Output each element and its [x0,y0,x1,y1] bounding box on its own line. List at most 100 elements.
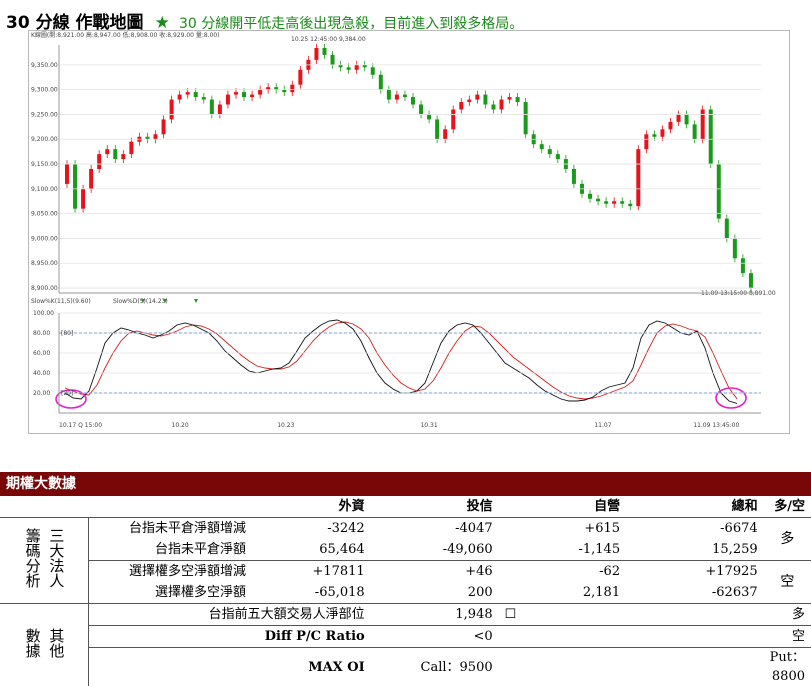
kd-tick-label: 40.00 [33,370,50,377]
cell: 200 [371,582,499,604]
candle-body [371,67,375,74]
price-tick-label: 9,300.00 [31,87,58,94]
group2-sub: 數據 [23,628,42,658]
candle-body [628,204,632,206]
candle-body [202,97,206,99]
cell: -6674 [626,518,764,540]
cell: -3242 [252,518,371,540]
col-total: 總和 [626,496,764,518]
header-row: 外資 投信 自營 總和 多/空 [0,496,811,518]
candle-body [105,149,109,154]
candle-body [660,129,664,136]
candle-body [717,164,721,219]
candle-body [290,85,294,92]
candle-body [210,100,214,115]
candle-body [459,102,463,109]
kd-legend-d: Slow%D(5)(14.23) [113,298,168,305]
candle-body [89,169,93,189]
candle-body [226,95,230,105]
cell: -62 [499,561,626,583]
cell: +17925 [626,561,764,583]
candle-body [668,122,672,129]
candle-body [636,149,640,206]
candle-body [652,134,656,136]
candle-body [467,100,471,102]
cell: -65,018 [252,582,371,604]
candle-body [170,100,174,120]
candle-body [419,105,423,115]
signal: 空 [764,626,811,648]
col-trust: 投信 [371,496,499,518]
candle-body [347,67,351,69]
candle-body [242,92,246,97]
col-signal: 多/空 [764,496,811,518]
group-other: 數據 其他 [0,604,89,686]
table-row: 籌碼分析 三大法人 台指未平倉淨額增減 -3242 -4047 +615 -66… [0,518,811,540]
candle-body [355,65,359,70]
table-row: MAX OI Call：9500 Put：8800 [0,648,811,686]
candle-body [298,70,302,85]
kd-tick-label: 20.00 [33,390,50,397]
price-tick-label: 9,250.00 [31,111,58,118]
price-tick-label: 9,000.00 [31,235,58,242]
candle-body [491,105,495,110]
candle-body [556,154,560,159]
x-tick-label: 10.23 [277,422,294,429]
candle-body [612,201,616,203]
chart-svg: K線圖(開:8,921.00 高:8,947.00 低:8,908.00 收:8… [29,31,789,433]
price-tick-label: 9,200.00 [31,136,58,143]
candle-body [395,95,399,100]
candle-body [572,169,576,184]
cell: +46 [371,561,499,583]
candle-body [620,201,624,203]
candle-body [73,164,77,209]
high-annotation: 10.25 12:45:00 9,384.00 [291,36,366,43]
candle-body [685,114,689,124]
candle-body [604,201,608,203]
candle-body [81,189,85,209]
kd-ref-label: [20] [61,390,73,397]
group-institutions: 籌碼分析 三大法人 [0,518,89,604]
col-foreign: 外資 [252,496,371,518]
title-row: 30 分線 作戰地圖 ★ 30 分線開平低走高後出現急殺，目前進入到殺多格局。 [6,8,523,32]
kd-layer [56,299,746,408]
candle-body [749,273,753,288]
candle-body [186,92,190,94]
slow-d-line [65,322,737,399]
candle-body [250,95,254,97]
candle-body [677,114,681,121]
chart-panel: K線圖(開:8,921.00 高:8,947.00 低:8,908.00 收:8… [28,30,790,434]
candle-body [218,105,222,115]
price-tick-label: 9,100.00 [31,186,58,193]
group1-label: 三大法人 [46,528,65,588]
candle-body [588,194,592,199]
candle-body [258,90,262,95]
candle-body [97,154,101,169]
table-row: 選擇權多空淨額 -65,018 200 2,181 -62637 [0,582,811,604]
candle-body [516,97,520,102]
candle-body [178,95,182,100]
price-tick-label: 9,350.00 [31,62,58,69]
candle-body [524,102,528,134]
cell: +615 [499,518,626,540]
candle-body [701,109,705,139]
axis-layer: 9,350.009,300.009,250.009,200.009,150.00… [31,45,761,429]
candle-body [540,144,544,149]
x-tick-label: 11.07 [594,422,611,429]
signal-marker-icon [194,299,198,303]
candle-body [741,258,745,273]
candle-body [483,95,487,105]
candle-body [451,109,455,129]
candle-body [234,92,238,94]
candle-body [548,149,552,154]
cell: -49,060 [371,539,499,561]
candle-body [435,119,439,139]
candle-body [379,75,383,90]
table-row: 選擇權多空淨額增減 +17811 +46 -62 +17925 空 [0,561,811,583]
slow-k-line [65,320,737,403]
candle-body [322,48,326,55]
group1-sub: 籌碼分析 [23,528,42,588]
row-label: 台指未平倉淨額 [89,539,253,561]
data-table: 外資 投信 自營 總和 多/空 籌碼分析 三大法人 台指未平倉淨額增減 -324… [0,496,811,686]
candle-body [194,92,198,97]
